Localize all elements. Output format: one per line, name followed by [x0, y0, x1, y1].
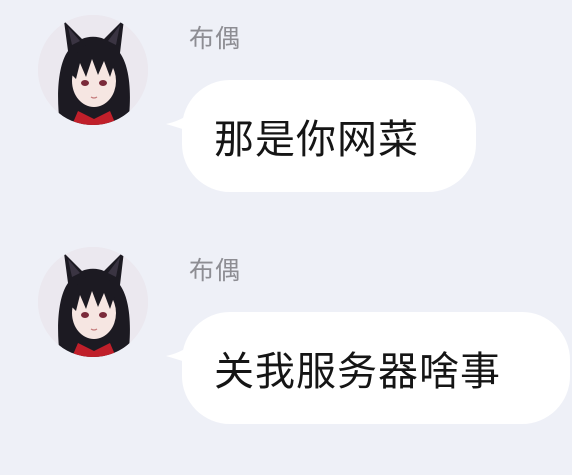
sender-name: 布偶 [189, 256, 242, 285]
cat-ear-girl-avatar-icon [38, 15, 148, 125]
sender-name: 布偶 [189, 24, 242, 53]
message-bubble[interactable]: 关我服务器啥事 [182, 312, 570, 424]
avatar[interactable] [38, 247, 148, 357]
message-text: 关我服务器啥事 [214, 349, 501, 395]
avatar[interactable] [38, 15, 148, 125]
chat-message: 布偶 关我服务器啥事 [0, 230, 572, 475]
message-text: 那是你网菜 [214, 117, 419, 163]
cat-ear-girl-avatar-icon [38, 247, 148, 357]
chat-message: 布偶 那是你网菜 [0, 0, 572, 230]
message-bubble[interactable]: 那是你网菜 [182, 80, 476, 192]
